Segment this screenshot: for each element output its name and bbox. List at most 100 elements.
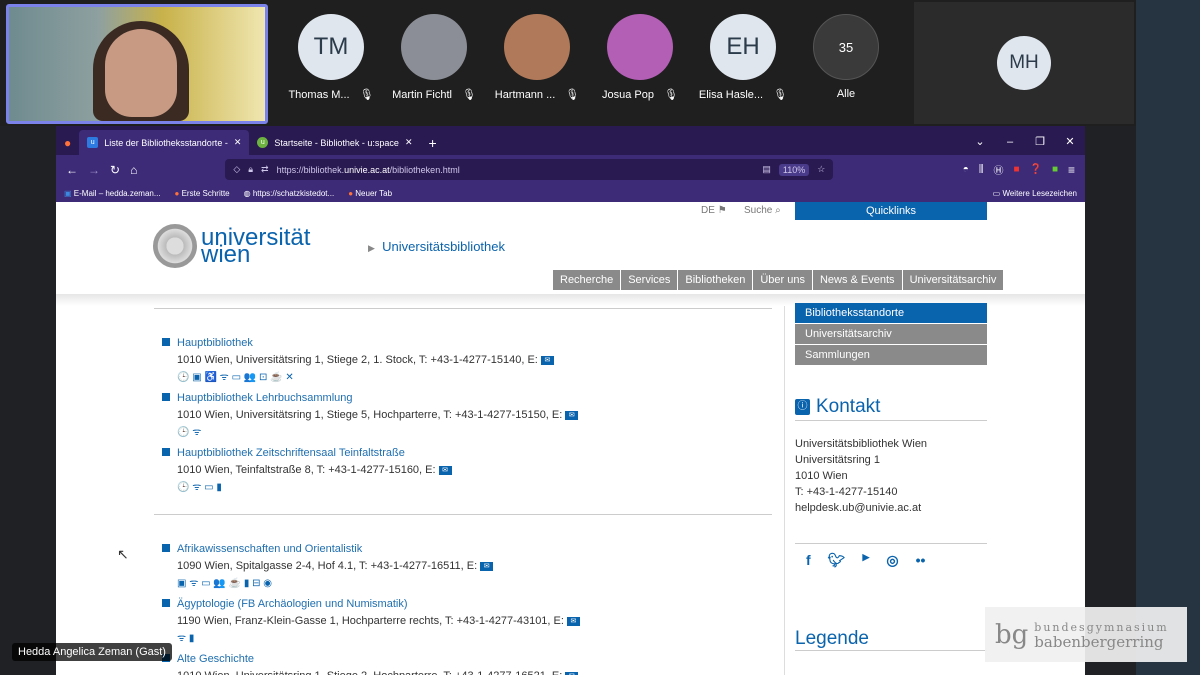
library-icon[interactable]: ⫼ — [979, 164, 984, 175]
menu-item[interactable]: Über uns — [753, 270, 813, 290]
quicklinks-button[interactable]: Quicklinks — [795, 202, 987, 220]
bookmark-item[interactable]: ▣ E-Mail – hedda.zeman... — [64, 189, 161, 198]
email-icon[interactable]: ✉ — [565, 410, 579, 420]
youtube-icon[interactable]: ▶ — [862, 552, 869, 569]
forward-icon[interactable]: → — [88, 163, 100, 177]
bookmark-item[interactable]: ◍ https://schatzkistedot... — [244, 189, 335, 198]
bookmark-star-icon[interactable]: ☆ — [817, 164, 825, 175]
library-link[interactable]: Hauptbibliothek Zeitschriftensaal Teinfa… — [177, 447, 405, 459]
minimize-button[interactable]: – — [995, 130, 1025, 155]
restore-button[interactable]: ❐ — [1025, 130, 1055, 155]
flag-icon: ⚑ — [717, 205, 727, 216]
muted-mic-icon: 🎙︎ — [359, 89, 374, 101]
kontakt-email-link[interactable]: helpdesk.ub@univie.ac.at — [795, 500, 927, 516]
bullet-square-icon — [162, 599, 170, 607]
library-link[interactable]: Afrikawissenschaften und Orientalistik — [177, 543, 362, 555]
library-link[interactable]: Alte Geschichte — [177, 653, 254, 665]
tab-bibliotheksstandorte[interactable]: u Liste der Bibliotheksstandorte - ✕ — [79, 130, 250, 155]
flickr-icon[interactable]: •• — [916, 552, 926, 569]
library-link[interactable]: Hauptbibliothek Lehrbuchsammlung — [177, 392, 353, 404]
library-entry: Hauptbibliothek 1010 Wien, Universitätsri… — [162, 333, 554, 383]
library-link[interactable]: Ägyptologie (FB Archäologien und Numisma… — [177, 598, 408, 610]
help-icon[interactable]: ❓ — [1029, 164, 1041, 175]
firefox-menu-icon[interactable]: ● — [56, 130, 79, 155]
side-nav-item[interactable]: Sammlungen — [795, 345, 987, 365]
new-tab-button[interactable]: + — [420, 130, 444, 155]
menu-item[interactable]: Services — [621, 270, 679, 290]
participant-tile[interactable]: Martin Fichtl 🎙︎ — [382, 14, 486, 101]
email-icon[interactable]: ✉ — [566, 616, 580, 626]
language-switch[interactable]: DE ⚑ — [701, 205, 727, 216]
participant-tile[interactable]: Hartmann ... 🎙︎ — [485, 14, 589, 101]
self-video-tile[interactable] — [6, 4, 268, 124]
side-nav-item[interactable]: Universitätsarchiv — [795, 324, 987, 344]
facebook-icon[interactable]: f — [806, 552, 811, 569]
twitter-icon[interactable]: 🐦︎ — [828, 552, 846, 569]
menu-item[interactable]: Universitätsarchiv — [902, 270, 1005, 290]
participant-tile[interactable]: EH Elisa Hasle... 🎙︎ — [691, 14, 795, 101]
zoom-level[interactable]: 110% — [778, 163, 810, 176]
email-icon[interactable]: ✉ — [565, 671, 579, 675]
breadcrumb[interactable]: ▶ Universitätsbibliothek — [368, 239, 505, 254]
bookmark-item[interactable]: ● Neuer Tab — [348, 189, 392, 198]
muted-mic-icon: 🎙︎ — [461, 89, 476, 101]
participant-avatar — [607, 14, 673, 80]
university-logo[interactable]: universität wien — [153, 224, 310, 268]
participant-name: Josua Pop — [602, 88, 654, 101]
participant-avatar: 35 — [813, 14, 879, 80]
navigation-toolbar: ← → ↻ ⌂ ◇ 🔒︎ ⇄ https://bibliothek.univie… — [56, 155, 1085, 184]
firefox-icon: ● — [174, 188, 180, 198]
search-link[interactable]: Suche ⌕ — [744, 205, 781, 216]
back-icon[interactable]: ← — [66, 163, 78, 177]
hamburger-menu-icon[interactable]: ≡ — [1068, 163, 1075, 177]
tab-list-chevron-icon[interactable]: ⌄ — [965, 130, 995, 155]
close-tab-icon[interactable]: ✕ — [405, 137, 413, 148]
library-entry: Alte Geschichte 1010 Wien, Universitätsri… — [162, 649, 579, 675]
pocket-icon[interactable]: ◓ — [963, 164, 969, 175]
participant-tile[interactable]: 35 Alle — [794, 14, 898, 100]
uspace-tab-icon: u — [257, 137, 269, 148]
close-tab-icon[interactable]: ✕ — [234, 137, 242, 148]
seal-icon — [153, 224, 197, 268]
bookmark-item[interactable]: ● Erste Schritte — [175, 189, 230, 198]
school-watermark: bg bundesgymnasium babenbergerring — [985, 607, 1187, 662]
univie-tab-icon: u — [87, 137, 99, 148]
participant-avatar — [504, 14, 570, 80]
library-link[interactable]: Hauptbibliothek — [177, 337, 253, 349]
email-icon[interactable]: ✉ — [438, 465, 452, 475]
extension-green-icon[interactable]: ■ — [1052, 164, 1058, 175]
instagram-icon[interactable]: ◎ — [886, 552, 898, 569]
participant-tile[interactable]: TM Thomas M... 🎙︎ — [279, 14, 383, 101]
self-name-label: Hedda Angelica Zeman (Gast) — [12, 643, 172, 661]
side-nav-item[interactable]: Bibliotheksstandorte — [795, 303, 987, 323]
url-prefix: https://bibliothek. — [276, 164, 345, 175]
service-icons: ᯤ ▮ — [177, 633, 195, 644]
menu-item[interactable]: Recherche — [553, 270, 622, 290]
address-bar[interactable]: ◇ 🔒︎ ⇄ https://bibliothek.univie.ac.at/b… — [225, 159, 834, 180]
other-bookmarks[interactable]: ▭ Weitere Lesezeichen — [993, 189, 1077, 198]
participant-tile[interactable]: Josua Pop 🎙︎ — [588, 14, 692, 101]
muted-mic-icon: 🎙︎ — [565, 89, 580, 101]
home-icon[interactable]: ⌂ — [130, 163, 137, 177]
participant-avatar: EH — [710, 14, 776, 80]
menu-item[interactable]: News & Events — [812, 270, 903, 290]
menu-item[interactable]: Bibliotheken — [678, 270, 754, 290]
extension-red-icon[interactable]: ■ — [1013, 164, 1019, 175]
divider — [795, 543, 987, 544]
bullet-square-icon — [162, 338, 170, 346]
search-icon: ⌕ — [775, 205, 781, 216]
reload-icon[interactable]: ↻ — [110, 163, 120, 177]
library-entry: Ägyptologie (FB Archäologien und Numisma… — [162, 594, 580, 644]
email-icon[interactable]: ✉ — [480, 561, 494, 571]
extension-h-icon[interactable]: Ⓗ — [993, 162, 1003, 177]
reader-view-icon[interactable]: ▤ — [762, 164, 771, 175]
outlook-icon: ▣ — [64, 188, 72, 198]
library-address: 1090 Wien, Spitalgasse 2-4, Hof 4.1, T: … — [177, 560, 478, 572]
library-address: 1010 Wien, Universitätsring 1, Stiege 2,… — [177, 670, 562, 675]
url-domain: univie.ac.at — [344, 164, 390, 175]
email-icon[interactable]: ✉ — [540, 355, 554, 365]
firefox-icon: ● — [348, 188, 354, 198]
tab-uspace[interactable]: u Startseite - Bibliothek - u:space ✕ — [249, 130, 420, 155]
close-window-button[interactable]: ✕ — [1055, 130, 1085, 155]
divider — [154, 308, 772, 309]
